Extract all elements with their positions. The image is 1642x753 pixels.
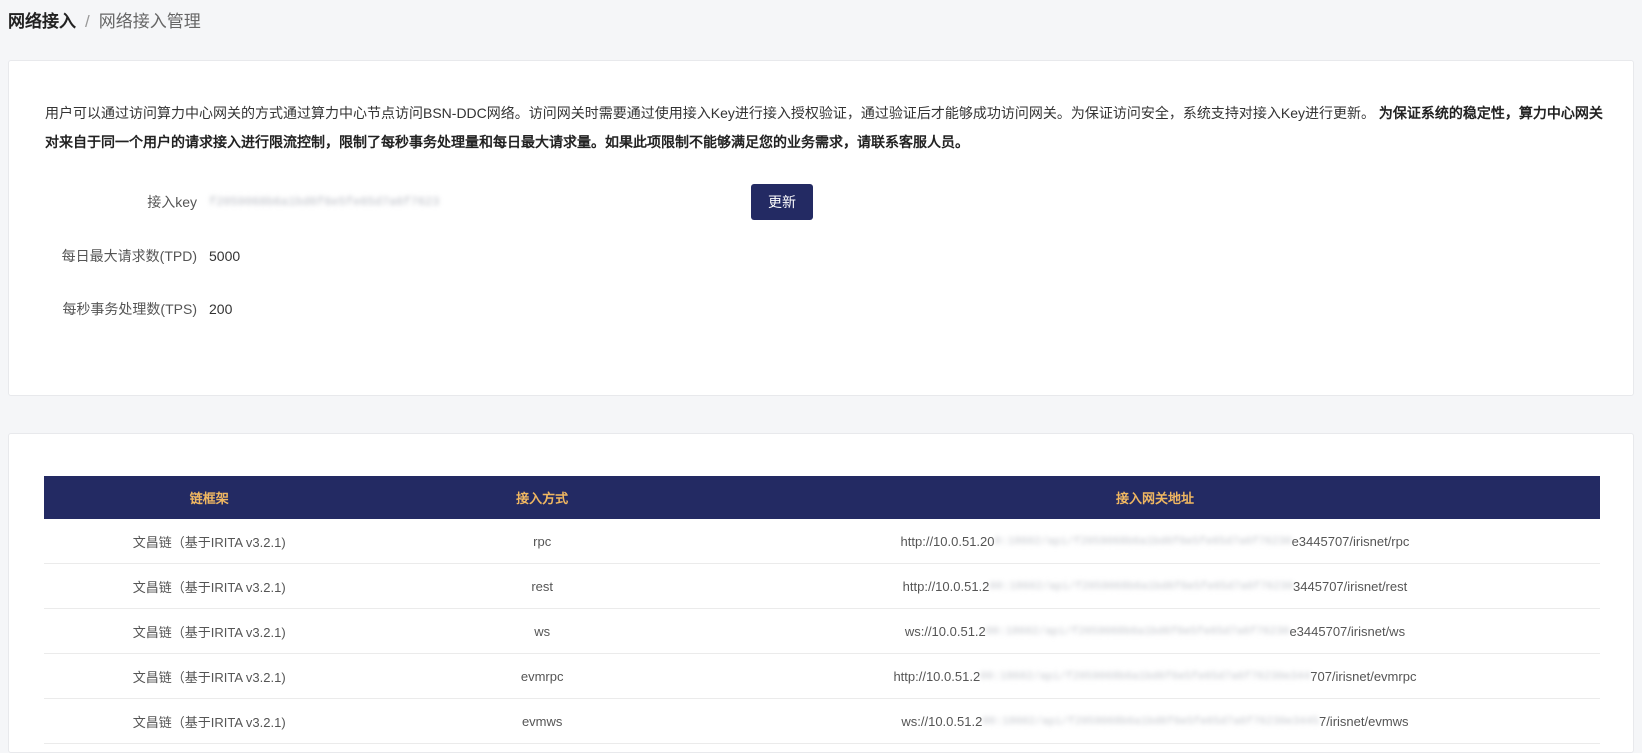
header-method: 接入方式	[374, 476, 710, 519]
tps-value: 200	[209, 301, 233, 317]
access-key-label: 接入key	[147, 194, 197, 210]
table-row: 文昌链（基于IRITA v3.2.1) evmrpc http://10.0.5…	[44, 653, 1600, 699]
tps-label: 每秒事务处理数(TPS)	[62, 301, 197, 317]
cell-framework: 文昌链（基于IRITA v3.2.1)	[44, 698, 375, 744]
cell-address[interactable]: http://10.0.51.200:18602/api/f2059068b6a…	[709, 563, 1600, 609]
breadcrumb: 网络接入 / 网络接入管理	[8, 11, 201, 33]
address-prefix: http://10.0.51.2	[902, 578, 990, 594]
header-address: 接入网关地址	[709, 476, 1600, 519]
address-prefix: ws://10.0.51.2	[904, 623, 986, 639]
cell-framework: 文昌链（基于IRITA v3.2.1)	[44, 563, 375, 609]
cell-framework: 文昌链（基于IRITA v3.2.1)	[44, 608, 375, 654]
address-suffix: 7/irisnet/evmws	[1318, 713, 1409, 729]
address-prefix: http://10.0.51.2	[893, 668, 981, 684]
access-info-card: 用户可以通过访问算力中心网关的方式通过算力中心节点访问BSN-DDC网络。访问网…	[8, 60, 1634, 396]
gateway-table: 链框架 接入方式 接入网关地址 文昌链（基于IRITA v3.2.1) rpc …	[44, 476, 1600, 744]
gateway-table-card: 链框架 接入方式 接入网关地址 文昌链（基于IRITA v3.2.1) rpc …	[8, 433, 1634, 753]
cell-address[interactable]: http://10.0.51.200:18602/api/f2059068b6a…	[709, 519, 1600, 564]
address-masked: 0:18602/api/f2059068b6a1bd6f6e5fe65d7a6f…	[994, 536, 1292, 549]
address-suffix: e3445707/irisnet/rpc	[1291, 533, 1410, 549]
breadcrumb-item-network-access[interactable]: 网络接入	[8, 12, 76, 31]
header-framework: 链框架	[44, 476, 375, 519]
cell-method: ws	[374, 608, 710, 654]
cell-address[interactable]: ws://10.0.51.200:18602/api/f2059068b6a1b…	[709, 608, 1600, 654]
access-key-row: 接入key f2059068b6a1bd6f6e5fe65d7a6f7623 更…	[9, 184, 813, 220]
table-row: 文昌链（基于IRITA v3.2.1) rest http://10.0.51.…	[44, 563, 1600, 609]
intro-text: 用户可以通过访问算力中心网关的方式通过算力中心节点访问BSN-DDC网络。访问网…	[45, 105, 1376, 121]
breadcrumb-separator: /	[85, 12, 90, 31]
table-row: 文昌链（基于IRITA v3.2.1) evmws ws://10.0.51.2…	[44, 698, 1600, 744]
address-suffix: 3445707/irisnet/rest	[1293, 578, 1408, 594]
update-key-button[interactable]: 更新	[751, 184, 813, 220]
table-header-row: 链框架 接入方式 接入网关地址	[44, 476, 1600, 519]
cell-method: evmws	[374, 698, 710, 744]
table-row: 文昌链（基于IRITA v3.2.1) ws ws://10.0.51.200:…	[44, 608, 1600, 654]
address-masked: 00:18602/api/f2059068b6a1bd6f6e5fe65d7a6…	[989, 581, 1294, 594]
address-masked: 00:18602/api/f2059068b6a1bd6f6e5fe65d7a6…	[985, 626, 1290, 639]
table-row: 文昌链（基于IRITA v3.2.1) rpc http://10.0.51.2…	[44, 519, 1600, 564]
tps-row: 每秒事务处理数(TPS) 200	[9, 291, 232, 327]
address-suffix: e3445707/irisnet/ws	[1289, 623, 1406, 639]
tpd-row: 每日最大请求数(TPD) 5000	[9, 238, 240, 274]
address-masked: 00:18602/api/f2059068b6a1bd6f6e5fe65d7a6…	[980, 671, 1311, 684]
cell-address[interactable]: http://10.0.51.200:18602/api/f2059068b6a…	[709, 653, 1600, 699]
cell-framework: 文昌链（基于IRITA v3.2.1)	[44, 519, 375, 564]
tpd-label: 每日最大请求数(TPD)	[61, 248, 197, 264]
cell-method: rest	[374, 563, 710, 609]
intro-description: 用户可以通过访问算力中心网关的方式通过算力中心节点访问BSN-DDC网络。访问网…	[45, 99, 1605, 157]
address-prefix: http://10.0.51.20	[900, 533, 995, 549]
address-masked: 00:18602/api/f2059068b6a1bd6f6e5fe65d7a6…	[982, 716, 1319, 729]
cell-address[interactable]: ws://10.0.51.200:18602/api/f2059068b6a1b…	[709, 698, 1600, 744]
address-prefix: ws://10.0.51.2	[901, 713, 983, 729]
address-suffix: 707/irisnet/evmrpc	[1310, 668, 1417, 684]
access-key-value: f2059068b6a1bd6f6e5fe65d7a6f7623	[209, 195, 440, 209]
cell-method: rpc	[374, 519, 710, 564]
cell-method: evmrpc	[374, 653, 710, 699]
tpd-value: 5000	[209, 248, 241, 264]
breadcrumb-item-current: 网络接入管理	[98, 12, 201, 31]
cell-framework: 文昌链（基于IRITA v3.2.1)	[44, 653, 375, 699]
